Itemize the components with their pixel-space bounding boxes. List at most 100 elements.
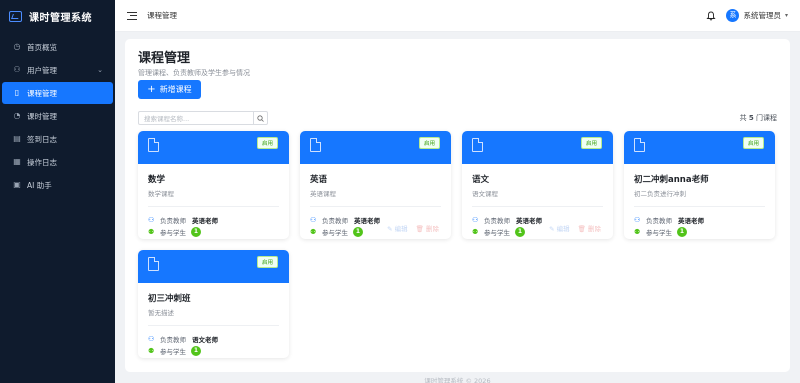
course-name: 初三冲刺班 [148, 294, 191, 304]
chart-logo-icon [9, 10, 22, 22]
students-row: ⚉ 参与学生 1 [634, 226, 765, 238]
course-panel: 课程管理 管理课程、负责教师及学生参与情况 + 新增课程 搜索课程名称... 共 [125, 39, 790, 372]
user-icon: ⚇ [310, 216, 317, 224]
chevron-down-icon: ▾ [784, 12, 788, 19]
sidebar-item-dashboard[interactable]: ◷ 首页概览 [2, 36, 113, 58]
menu-fold-icon[interactable] [127, 11, 137, 20]
card-actions: ✎ 编辑 🗑 删除 [387, 223, 439, 233]
add-course-button[interactable]: + 新增课程 [138, 80, 201, 99]
footer: 课时管理系统 © 2026 [424, 377, 491, 383]
user-icon: ⚇ [148, 216, 155, 224]
sidebar-item-label: 课时管理 [27, 111, 57, 121]
document-icon [148, 138, 159, 152]
user-icon: ⚇ [634, 216, 641, 224]
user-menu[interactable]: 系 系统管理员 ▾ [726, 9, 788, 22]
students-row: ⚉ 参与学生 1 [148, 226, 279, 238]
sidebar-item-label: 用户管理 [27, 65, 57, 75]
course-description: 语文课程 [472, 190, 498, 198]
bell-icon[interactable] [706, 11, 717, 21]
page-subtitle: 管理课程、负责教师及学生参与情况 [138, 69, 250, 77]
teacher-name: 语文老师 [192, 336, 218, 344]
teacher-name: 英语老师 [192, 217, 218, 225]
delete-button[interactable]: 🗑 删除 [578, 223, 601, 233]
course-name: 数学 [148, 175, 166, 185]
edit-button[interactable]: ✎ 编辑 [549, 223, 570, 233]
status-badge: 启用 [256, 256, 278, 268]
sidebar-item-courses[interactable]: ▯ 课程管理 [2, 82, 113, 104]
course-card[interactable]: 启用 数学 数学课程 ⚇ 负责教师 英语老师 ⚉ 参与学生 1 [138, 131, 289, 239]
teacher-row: ⚇ 负责教师 英语老师 [634, 216, 704, 225]
sidebar-item-label: 操作日志 [27, 157, 57, 167]
status-badge: 启用 [580, 137, 602, 149]
clock-icon: ◔ [13, 111, 21, 120]
course-name: 英语 [310, 175, 328, 185]
toolbar: 搜索课程名称... 共 5 门课程 [138, 111, 777, 125]
course-name: 语文 [472, 175, 490, 185]
team-icon: ⚉ [472, 228, 479, 236]
course-count: 共 5 门课程 [739, 114, 777, 122]
team-icon: ⚉ [148, 347, 155, 355]
file-edit-icon: ▦ [13, 157, 21, 166]
sidebar-item-label: AI 助手 [27, 180, 52, 190]
course-description: 初二负责进行冲刺 [634, 190, 686, 198]
status-badge: 启用 [256, 137, 278, 149]
divider [148, 325, 279, 326]
student-count-badge: 1 [191, 346, 201, 356]
edit-button[interactable]: ✎ 编辑 [387, 223, 408, 233]
student-count-badge: 1 [191, 227, 201, 237]
search-icon[interactable] [253, 112, 267, 124]
chevron-down-icon: ⌄ [97, 66, 103, 74]
document-icon: ▤ [13, 134, 21, 143]
avatar: 系 [726, 9, 740, 22]
team-icon: ⚉ [634, 228, 641, 236]
robot-icon: ▣ [13, 180, 21, 189]
sidebar-item-operation-log[interactable]: ▦ 操作日志 [2, 151, 113, 173]
sidebar-item-lessons[interactable]: ◔ 课时管理 [2, 105, 113, 127]
users-icon: ⚇ [13, 65, 21, 74]
teacher-row: ⚇ 负责教师 语文老师 [148, 335, 218, 344]
breadcrumb: 课程管理 [147, 11, 177, 20]
sidebar-item-label: 首页概览 [27, 42, 57, 52]
teacher-name: 英语老师 [516, 217, 542, 225]
add-course-label: 新增课程 [159, 85, 192, 94]
status-badge: 启用 [742, 137, 764, 149]
course-card[interactable]: 启用 语文 语文课程 ⚇ 负责教师 英语老师 ⚉ 参与学生 1 ✎ 编辑 🗑 删… [462, 131, 613, 239]
team-icon: ⚉ [310, 228, 317, 236]
user-icon: ⚇ [472, 216, 479, 224]
sidebar-menu: ◷ 首页概览 ⚇ 用户管理 ⌄ ▯ 课程管理 ◔ 课时管理 ▤ 签到日志 ▦ 操… [0, 32, 115, 196]
card-header: 启用 [462, 131, 613, 164]
divider [310, 206, 441, 207]
document-icon [472, 138, 483, 152]
brand[interactable]: 课时管理系统 [0, 0, 115, 32]
plus-icon: + [147, 83, 156, 95]
sidebar-item-ai-assistant[interactable]: ▣ AI 助手 [2, 174, 113, 196]
sidebar-item-label: 课程管理 [27, 88, 57, 98]
divider [634, 206, 765, 207]
course-card[interactable]: 启用 初二冲刺anna老师 初二负责进行冲刺 ⚇ 负责教师 英语老师 ⚉ 参与学… [624, 131, 775, 239]
dashboard-icon: ◷ [13, 42, 21, 51]
course-description: 数学课程 [148, 190, 174, 198]
divider [472, 206, 603, 207]
student-count-badge: 1 [353, 227, 363, 237]
search-placeholder: 搜索课程名称... [144, 115, 190, 123]
search-input[interactable]: 搜索课程名称... [138, 111, 268, 125]
sidebar-item-checkin-log[interactable]: ▤ 签到日志 [2, 128, 113, 150]
sidebar: 课时管理系统 ◷ 首页概览 ⚇ 用户管理 ⌄ ▯ 课程管理 ◔ 课时管理 ▤ 签… [0, 0, 115, 383]
sidebar-item-users[interactable]: ⚇ 用户管理 ⌄ [2, 59, 113, 81]
app-title: 课时管理系统 [29, 12, 92, 24]
course-card[interactable]: 启用 初三冲刺班 暂无描述 ⚇ 负责教师 语文老师 ⚉ 参与学生 1 [138, 250, 289, 358]
content: 课程管理 管理课程、负责教师及学生参与情况 + 新增课程 搜索课程名称... 共 [115, 32, 800, 383]
main-area: 课程管理 系 系统管理员 ▾ 课程管理 管理课程、负责教师及学生参与情况 + 新… [115, 0, 800, 383]
course-name: 初二冲刺anna老师 [634, 175, 709, 185]
sidebar-item-label: 签到日志 [27, 134, 57, 144]
course-description: 英语课程 [310, 190, 336, 198]
course-description: 暂无描述 [148, 309, 174, 317]
course-grid: 启用 数学 数学课程 ⚇ 负责教师 英语老师 ⚉ 参与学生 1 启用 英语 英语… [138, 131, 777, 358]
card-header: 启用 [624, 131, 775, 164]
course-card[interactable]: 启用 英语 英语课程 ⚇ 负责教师 英语老师 ⚉ 参与学生 1 ✎ 编辑 🗑 删… [300, 131, 451, 239]
card-actions: ✎ 编辑 🗑 删除 [549, 223, 601, 233]
page-title: 课程管理 [138, 51, 191, 66]
document-icon [634, 138, 645, 152]
delete-button[interactable]: 🗑 删除 [416, 223, 439, 233]
students-row: ⚉ 参与学生 1 [148, 345, 279, 357]
